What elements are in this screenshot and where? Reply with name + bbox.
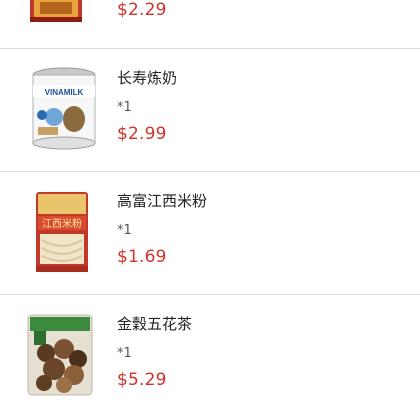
item-quantity: *1: [117, 223, 132, 238]
item-quantity: *1: [117, 100, 132, 115]
list-item[interactable]: $2.29: [0, 0, 420, 49]
item-name: 长寿炼奶: [117, 69, 178, 87]
item-price: $2.29: [117, 0, 167, 20]
list-item[interactable]: 金穀五花茶 *1 $5.29: [0, 295, 420, 418]
item-name: 金穀五花茶: [117, 315, 193, 333]
rice-vermicelli-bag-icon: 江西米粉: [34, 190, 90, 274]
item-price: $1.69: [117, 247, 167, 267]
item-price: $5.29: [117, 370, 167, 390]
item-name: 高富江西米粉: [117, 192, 208, 210]
item-quantity: *1: [117, 346, 132, 361]
list-item[interactable]: 江西米粉 高富江西米粉 *1 $1.69: [0, 172, 420, 295]
herbal-tea-bag-icon: [26, 313, 94, 397]
item-price: $2.99: [117, 124, 167, 144]
sauce-packet-icon: [30, 0, 82, 22]
condensed-milk-can-icon: VINAMILK: [30, 67, 98, 151]
svg-text:江西米粉: 江西米粉: [42, 217, 82, 230]
list-item[interactable]: VINAMILK 长寿炼奶 *1 $2.99: [0, 49, 420, 172]
svg-text:VINAMILK: VINAMILK: [45, 88, 84, 97]
order-item-list: $2.29 VINAMILK 长寿炼奶 *1 $2.99 江西米粉 高富江西米粉…: [0, 0, 420, 420]
